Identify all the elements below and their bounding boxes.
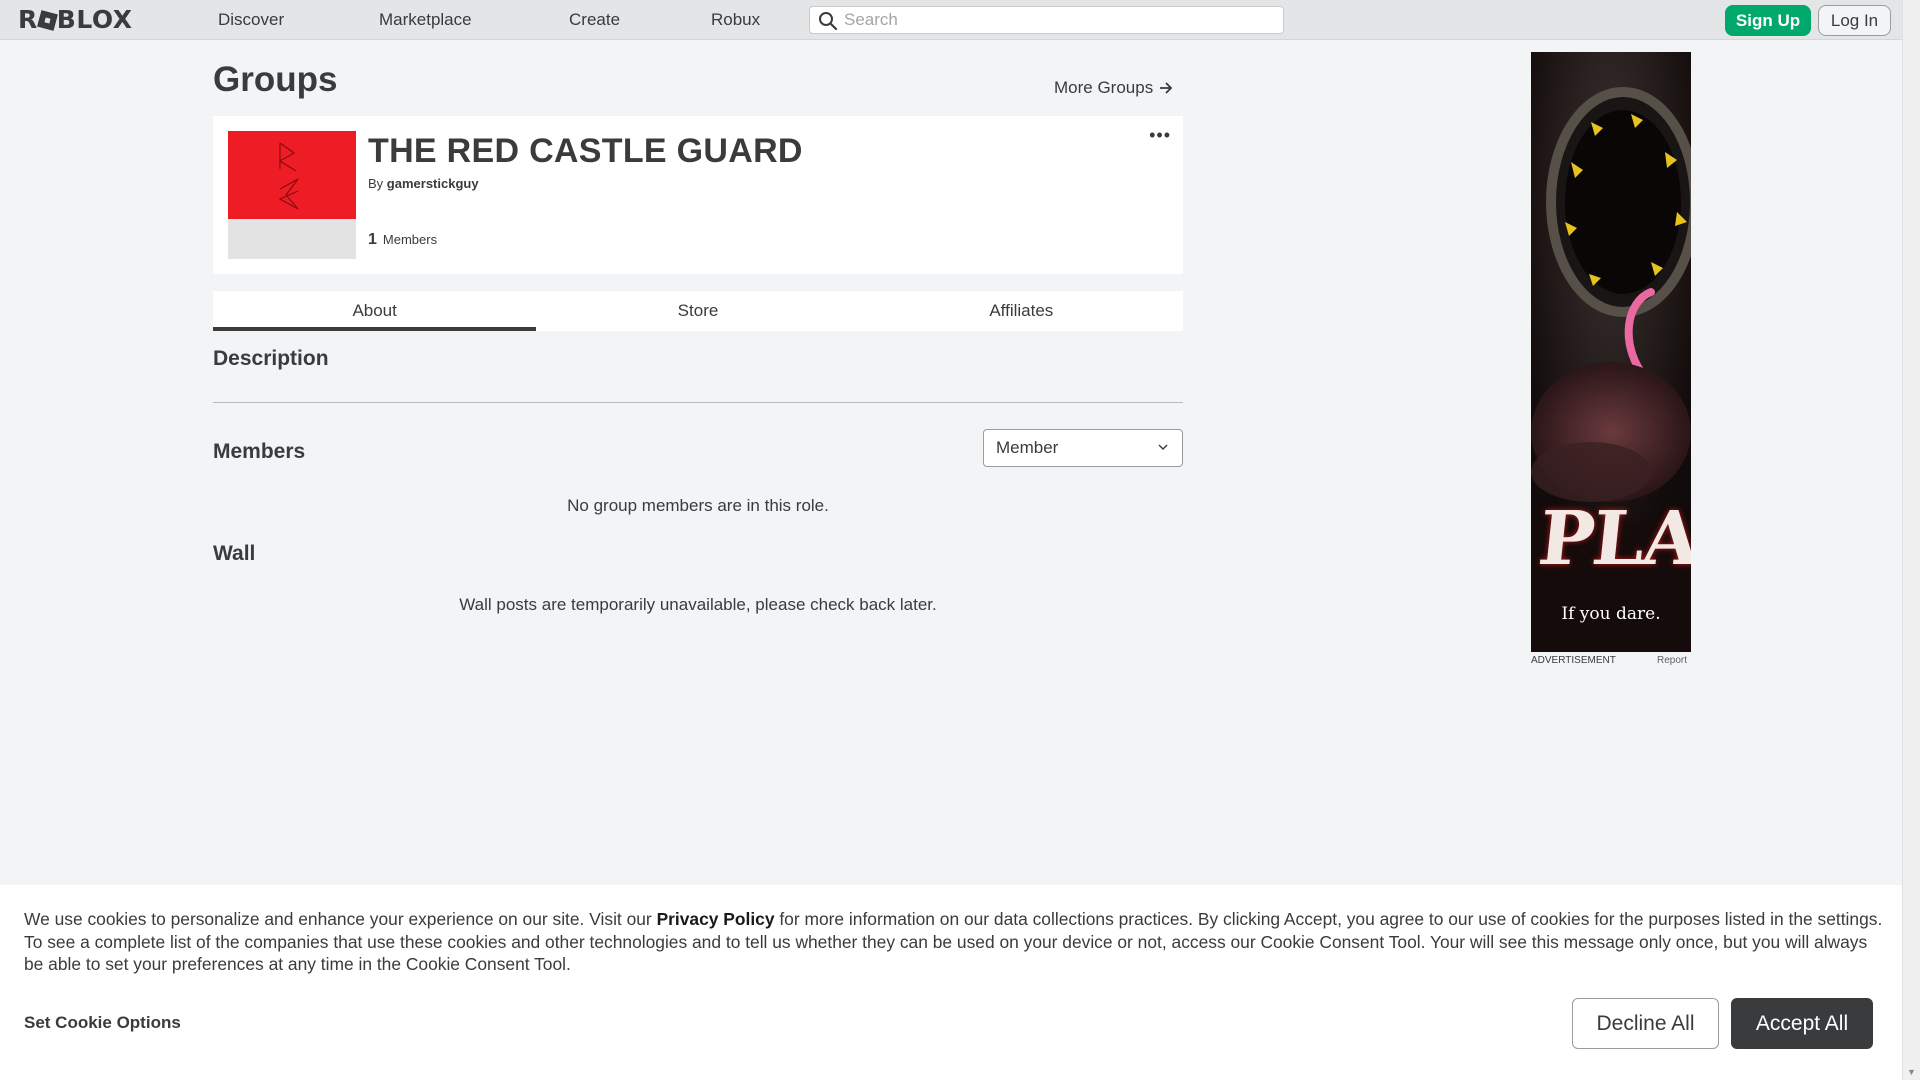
ad-headline: PLAY xyxy=(1534,496,1691,582)
search-box xyxy=(809,6,1284,34)
cookie-consent-banner: We use cookies to personalize and enhanc… xyxy=(0,885,1902,1080)
tab-affiliates[interactable]: Affiliates xyxy=(860,291,1183,331)
role-dropdown-value: Member xyxy=(996,438,1059,457)
ad-report-link[interactable]: Report xyxy=(1657,655,1687,666)
cookie-message: We use cookies to personalize and enhanc… xyxy=(24,908,1884,976)
owner-link[interactable]: gamerstickguy xyxy=(387,176,479,191)
nav-robux[interactable]: Robux xyxy=(711,10,760,30)
page-title: Groups xyxy=(213,60,338,99)
member-count-label: Members xyxy=(382,232,438,247)
more-options-icon[interactable]: ••• xyxy=(1149,126,1171,144)
tab-about[interactable]: About xyxy=(213,291,537,331)
wall-empty-message: Wall posts are temporarily unavailable, … xyxy=(459,595,937,614)
sign-up-button[interactable]: Sign Up xyxy=(1725,5,1811,36)
nav-discover[interactable]: Discover xyxy=(218,10,284,30)
description-heading: Description xyxy=(213,347,329,370)
owner-prefix: By xyxy=(368,176,384,191)
scroll-down-arrow-icon[interactable]: ▼ xyxy=(1907,1067,1916,1077)
decline-all-button[interactable]: Decline All xyxy=(1572,998,1719,1049)
arrow-right-icon xyxy=(1160,82,1173,94)
section-divider xyxy=(213,402,1183,403)
nav-marketplace[interactable]: Marketplace xyxy=(379,10,472,30)
set-cookie-options-link[interactable]: Set Cookie Options xyxy=(24,1013,181,1033)
log-in-button[interactable]: Log In xyxy=(1818,5,1891,36)
group-emblem xyxy=(228,131,356,259)
role-dropdown[interactable]: Member xyxy=(983,429,1183,467)
wall-heading: Wall xyxy=(213,542,256,565)
privacy-policy-link[interactable]: Privacy Policy xyxy=(657,909,775,929)
more-groups-label: More Groups xyxy=(1054,78,1154,97)
advertisement-label: ADVERTISEMENT xyxy=(1531,655,1616,666)
group-tabs: About Store Affiliates xyxy=(213,291,1183,331)
member-count: 1 Members xyxy=(368,231,437,249)
members-heading: Members xyxy=(213,440,306,463)
top-navigation-bar: R BLOX Discover Marketplace Create Robux … xyxy=(0,0,1902,40)
more-groups-link[interactable]: More Groups xyxy=(1054,78,1173,98)
tab-store[interactable]: Store xyxy=(536,291,859,331)
ad-tagline: If you dare. xyxy=(1561,604,1661,624)
search-input[interactable] xyxy=(844,9,1274,31)
chevron-down-icon xyxy=(1158,444,1168,450)
search-icon[interactable] xyxy=(818,11,838,31)
group-header-card: THE RED CASTLE GUARD By gamerstickguy 1 … xyxy=(213,116,1183,274)
members-empty-message: No group members are in this role. xyxy=(567,496,829,515)
nav-create[interactable]: Create xyxy=(569,10,620,30)
group-name: THE RED CASTLE GUARD xyxy=(368,132,803,170)
group-owner-line: By gamerstickguy xyxy=(368,176,479,191)
cookie-text-part-1: We use cookies to personalize and enhanc… xyxy=(24,909,657,929)
vertical-scrollbar[interactable]: ▼ xyxy=(1902,0,1920,1080)
accept-all-button[interactable]: Accept All xyxy=(1731,998,1873,1049)
advertisement-banner[interactable]: PLAY If you dare. xyxy=(1531,52,1691,652)
emblem-rune-mark xyxy=(278,142,299,210)
member-count-number: 1 xyxy=(368,231,377,248)
roblox-logo[interactable]: R BLOX xyxy=(18,7,133,32)
